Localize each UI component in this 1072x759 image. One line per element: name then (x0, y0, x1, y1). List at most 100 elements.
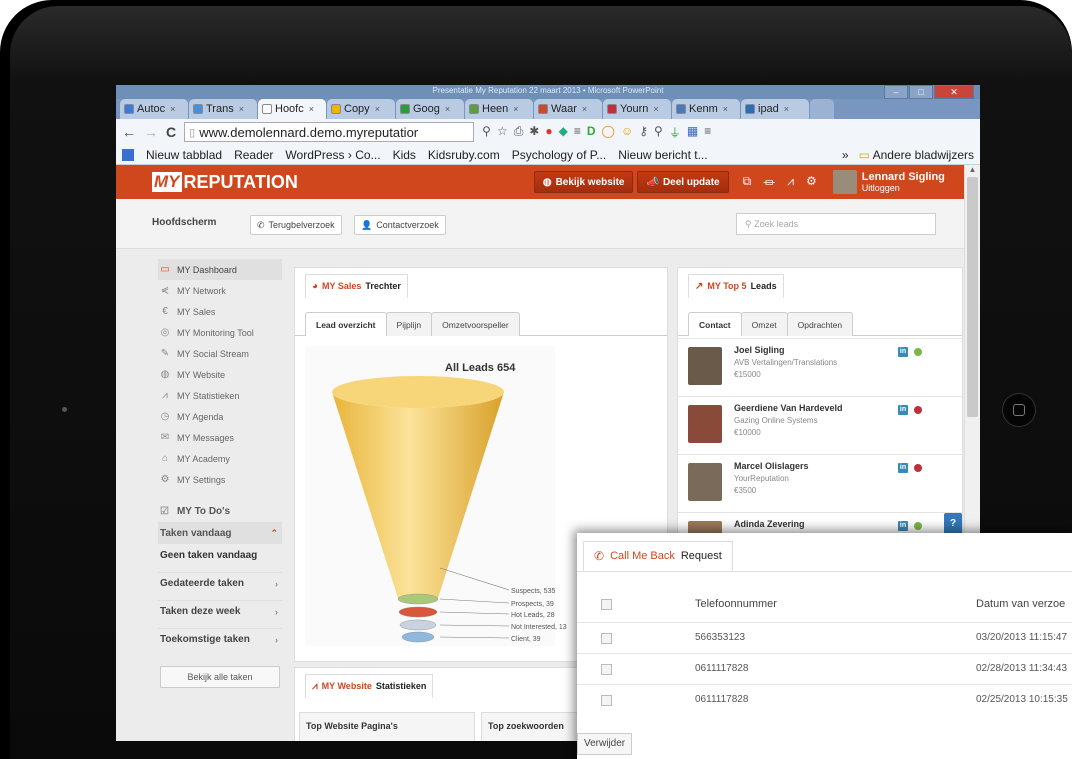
back-icon[interactable]: ← (122, 124, 136, 140)
bookmark-item[interactable]: Nieuw tabblad (146, 148, 222, 162)
top-leads-title[interactable]: ↗ MY Top 5 Leads (688, 274, 784, 298)
share-update-button[interactable]: 📣 Deel update (637, 171, 729, 193)
task-dated[interactable]: Gedateerde taken › (158, 572, 282, 594)
close-tab-icon[interactable]: × (375, 104, 380, 114)
search-ext-icon[interactable]: ⚲ (482, 124, 491, 141)
lead-row[interactable]: Joel Sigling AVB Vertalingen/Translation… (678, 338, 962, 396)
logo[interactable]: MY REPUTATION (152, 172, 298, 193)
other-bookmarks[interactable]: ▭ Andere bladwijzers (859, 148, 974, 162)
bookmark-icon[interactable]: ◆ (559, 124, 568, 141)
copy-icon[interactable]: ⧉ (743, 174, 752, 191)
task-future[interactable]: Toekomstige taken › (158, 628, 282, 650)
sidebar-item[interactable]: ⌂ MY Academy (158, 448, 282, 469)
close-tab-icon[interactable]: × (582, 104, 587, 114)
lead-row[interactable]: Geerdiene Van Hardeveld Gazing Online Sy… (678, 396, 962, 454)
bookmarks-more[interactable]: » (842, 148, 849, 162)
new-tab-button[interactable] (810, 99, 834, 119)
sidebar-item[interactable]: ✉ MY Messages (158, 427, 282, 448)
sidebar-item[interactable]: ⚙ MY Settings (158, 469, 282, 490)
bookmark-item[interactable]: Kids (393, 148, 416, 162)
bookmark-item[interactable]: Reader (234, 148, 273, 162)
ext-d-icon[interactable]: D (587, 124, 596, 141)
browser-tab[interactable]: Heen × (465, 99, 533, 119)
chrome-menu-icon[interactable]: ≡ (704, 124, 711, 141)
settings-icon[interactable]: ⚙ (806, 174, 817, 191)
ext-circle-icon[interactable]: ◯ (602, 124, 615, 141)
browser-tab[interactable]: Kenm × (672, 99, 740, 119)
table-row[interactable]: 0611117828 02/25/2013 10:15:35 (577, 684, 1072, 715)
row-checkbox[interactable] (601, 633, 612, 644)
sitemap-icon[interactable]: ⏛ (763, 174, 775, 191)
tab-contact[interactable]: Contact (688, 312, 742, 336)
row-checkbox[interactable] (601, 695, 612, 706)
print-icon[interactable]: ⎙ (514, 124, 524, 141)
sidebar-item[interactable]: ✎ MY Social Stream (158, 343, 282, 364)
tab-assignments[interactable]: Opdrachten (786, 312, 854, 336)
stats-icon[interactable]: ⩘ (787, 174, 794, 191)
bookmark-item[interactable]: Kidsruby.com (428, 148, 500, 162)
close-tab-icon[interactable]: × (239, 104, 244, 114)
maximize-button[interactable]: □ (909, 85, 933, 99)
browser-tab[interactable]: Autoc × (120, 99, 188, 119)
help-button[interactable]: ? (944, 513, 962, 535)
ext-smile-icon[interactable]: ☺ (621, 124, 633, 141)
browser-tab[interactable]: Copy × (327, 99, 395, 119)
puzzle-icon[interactable]: ✱ (529, 124, 539, 141)
close-tab-icon[interactable]: × (170, 104, 175, 114)
sidebar-item[interactable]: ◷ MY Agenda (158, 406, 282, 427)
star-icon[interactable]: ☆ (497, 124, 508, 141)
callback-popup-title[interactable]: ✆ Call Me Back Request (583, 541, 733, 571)
home-tab[interactable]: Hoofdscherm (152, 217, 216, 228)
sidebar-item[interactable]: € MY Sales (158, 301, 282, 322)
sidebar-item[interactable]: ⩘ MY Statistieken (158, 385, 282, 406)
home-button[interactable] (1002, 393, 1036, 427)
row-checkbox[interactable] (601, 664, 612, 675)
close-tab-icon[interactable]: × (653, 104, 658, 114)
menu-icon[interactable]: ≡ (574, 124, 581, 141)
sidebar-item[interactable]: ◎ MY Monitoring Tool (158, 322, 282, 343)
browser-tab[interactable]: Trans × (189, 99, 257, 119)
linkedin-icon[interactable]: in (898, 463, 908, 473)
search-leads-input[interactable]: ⚲ Zoek leads (736, 213, 936, 235)
delete-button[interactable]: Verwijder (577, 733, 633, 755)
lead-name[interactable]: Geerdiene Van Hardeveld (734, 403, 843, 413)
close-tab-icon[interactable]: × (784, 104, 789, 114)
url-input[interactable]: ▯ www.demolennard.demo.myreputatior (184, 122, 475, 142)
user-menu[interactable]: Lennard Sigling Uitloggen (832, 170, 945, 194)
close-tab-icon[interactable]: × (445, 104, 450, 114)
ext-key-icon[interactable]: ⚷ (639, 124, 648, 141)
browser-tab[interactable]: Hoofc × (258, 99, 326, 119)
lead-row[interactable]: Marcel Olislagers YourReputation €3500 i… (678, 454, 962, 512)
todo-header[interactable]: ☑ MY To Do's (158, 500, 282, 522)
sidebar-item[interactable]: ▭ MY Dashboard (158, 259, 282, 280)
forward-icon[interactable]: → (144, 124, 158, 140)
task-today[interactable]: Taken vandaag ⌃ (158, 522, 282, 544)
browser-tab[interactable]: Waar × (534, 99, 602, 119)
bookmark-item[interactable]: Psychology of P... (512, 148, 607, 162)
sidebar-item[interactable]: ◍ MY Website (158, 364, 282, 385)
scrollbar-thumb[interactable] (967, 177, 978, 417)
reload-icon[interactable]: C (166, 124, 176, 140)
tab-revenue[interactable]: Omzet (740, 312, 788, 336)
table-row[interactable]: 0611117828 02/28/2013 11:34:43 (577, 653, 1072, 684)
select-all-checkbox[interactable] (601, 599, 612, 610)
website-panel-title[interactable]: ⩘ MY Website Statistieken (305, 674, 434, 698)
scroll-up-icon[interactable]: ▲ (965, 165, 980, 174)
bookmark-item[interactable]: Nieuw bericht t... (618, 148, 707, 162)
ext-calendar-icon[interactable]: ▦ (687, 124, 698, 141)
linkedin-icon[interactable]: in (898, 405, 908, 415)
minimize-button[interactable]: – (884, 85, 908, 99)
linkedin-icon[interactable]: in (898, 521, 908, 531)
lead-name[interactable]: Adinda Zevering (734, 519, 805, 529)
apps-icon[interactable] (122, 148, 134, 161)
linkedin-icon[interactable]: in (898, 347, 908, 357)
browser-tab[interactable]: ipad × (741, 99, 809, 119)
callback-button[interactable]: ✆ Terugbelverzoek (250, 215, 342, 235)
close-tab-icon[interactable]: × (309, 104, 314, 114)
sidebar-item[interactable]: ⋞ MY Network (158, 280, 282, 301)
browser-tab[interactable]: Yourn × (603, 99, 671, 119)
table-row[interactable]: 566353123 03/20/2013 11:15:47 (577, 622, 1072, 653)
lead-name[interactable]: Marcel Olislagers (734, 461, 809, 471)
logout-link[interactable]: Uitloggen (862, 183, 945, 193)
all-tasks-button[interactable]: Bekijk alle taken (160, 666, 280, 688)
